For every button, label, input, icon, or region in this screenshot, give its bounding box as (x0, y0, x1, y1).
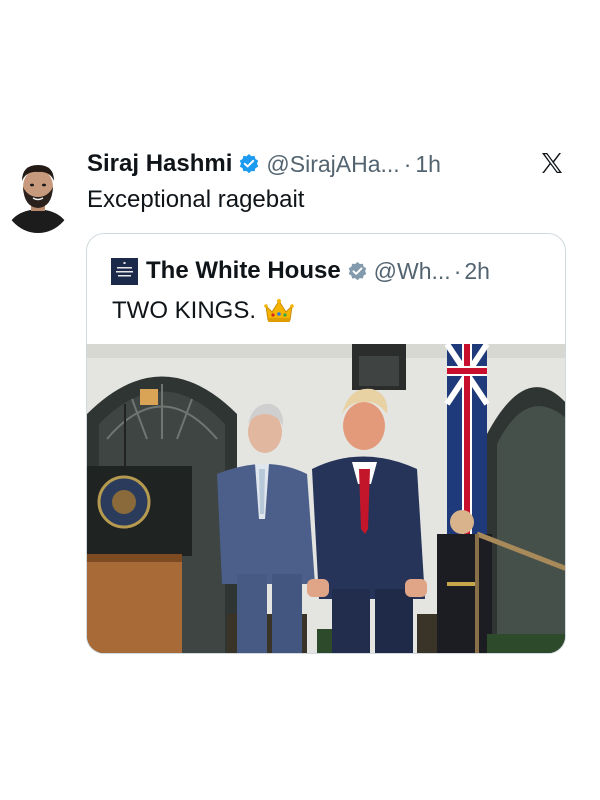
crown-emoji-icon (264, 298, 294, 324)
quoted-tweet-card[interactable]: The White House @Wh... · 2h TWO KINGS. (86, 233, 566, 654)
gray-verified-badge-icon (347, 261, 368, 282)
author-name[interactable]: Siraj Hashmi (87, 150, 232, 178)
quoted-timestamp[interactable]: 2h (464, 258, 490, 285)
tweet-text: Exceptional ragebait (87, 186, 305, 213)
quoted-author-row: The White House @Wh... · 2h (111, 256, 490, 286)
tweet-author-row: Siraj Hashmi @SirajAHa... · 1h (87, 148, 441, 180)
quoted-separator-dot: · (453, 257, 462, 284)
quoted-author-handle[interactable]: @Wh... (374, 258, 451, 285)
separator-dot: · (403, 150, 412, 177)
quoted-tweet-text-row: TWO KINGS. (112, 297, 294, 325)
photo-scene (87, 344, 565, 653)
quoted-tweet-text: TWO KINGS. (112, 297, 256, 324)
profile-avatar-icon (2, 153, 74, 233)
white-house-logo-icon[interactable] (111, 257, 138, 285)
quoted-tweet-photo[interactable] (87, 344, 565, 653)
author-handle[interactable]: @SirajAHa... (266, 151, 399, 178)
tweet-timestamp[interactable]: 1h (415, 151, 441, 178)
x-logo-icon (540, 150, 564, 176)
quoted-author-name[interactable]: The White House (146, 257, 341, 285)
author-avatar[interactable] (2, 153, 74, 233)
verified-badge-icon (238, 153, 260, 175)
